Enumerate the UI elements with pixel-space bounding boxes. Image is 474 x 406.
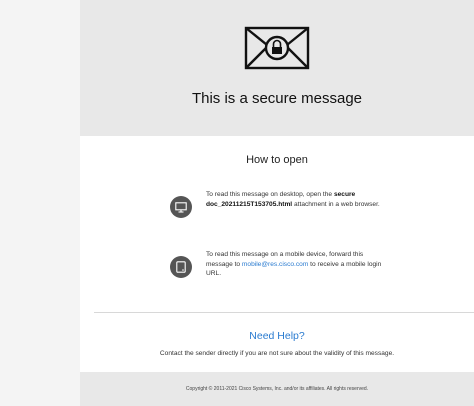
need-help-link[interactable]: Need Help?	[80, 330, 474, 342]
help-text: Contact the sender directly if you are n…	[159, 350, 395, 357]
desktop-instruction: To read this message on desktop, open th…	[170, 190, 390, 218]
locked-envelope-icon	[244, 26, 310, 70]
how-to-open-heading: How to open	[246, 154, 308, 166]
secure-message-card: This is a secure message How to open To …	[80, 0, 474, 406]
page-title: This is a secure message	[191, 90, 363, 107]
desktop-instruction-text: To read this message on desktop, open th…	[206, 191, 380, 208]
left-gutter	[0, 0, 80, 406]
mobile-instruction: To read this message on a mobile device,…	[170, 250, 390, 279]
tablet-icon	[170, 256, 192, 278]
mobile-instruction-text: To read this message on a mobile device,…	[206, 251, 382, 278]
monitor-icon	[170, 196, 192, 218]
footer: Copyright © 2011-2021 Cisco Systems, Inc…	[80, 372, 474, 406]
copyright-text: Copyright © 2011-2021 Cisco Systems, Inc…	[185, 385, 369, 392]
header: This is a secure message	[80, 0, 474, 136]
mobile-email-link[interactable]: mobile@res.cisco.com	[242, 261, 308, 268]
divider	[94, 312, 474, 313]
page: This is a secure message How to open To …	[0, 0, 474, 406]
